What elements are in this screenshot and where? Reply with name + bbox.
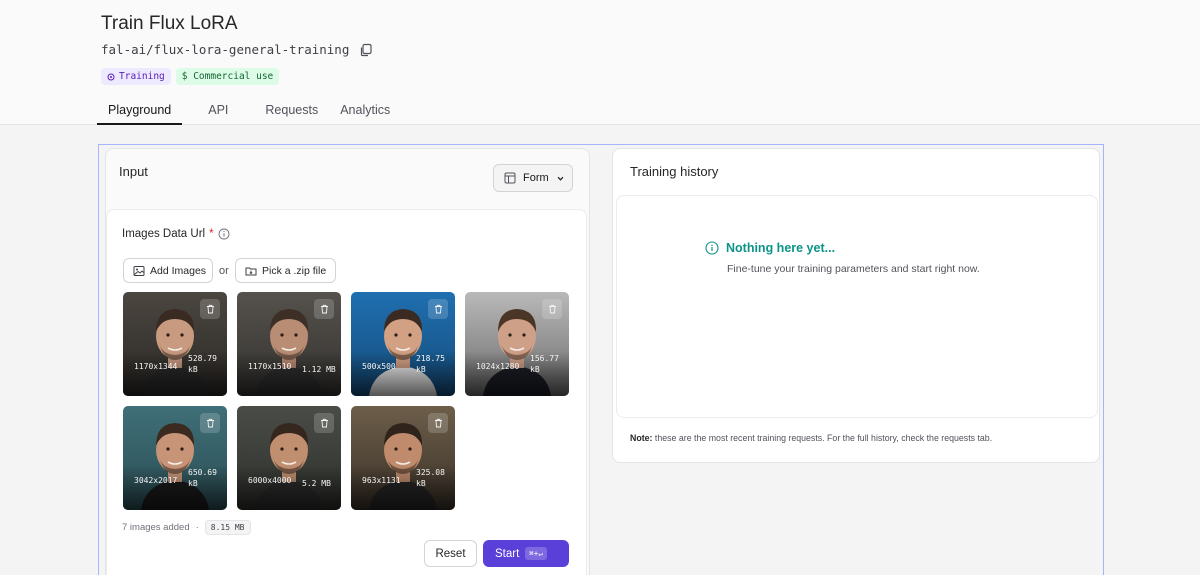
image-dimensions: 500x500 (362, 362, 396, 371)
total-size-badge: 8.15 MB (204, 520, 251, 535)
images-field-label-text: Images Data Url (122, 228, 206, 240)
image-dimensions: 963x1131 (362, 476, 401, 485)
image-thumbnail[interactable]: 6000x4000 5.2 MB (237, 406, 341, 510)
history-note: Note: these are the most recent training… (630, 433, 992, 443)
model-id: fal-ai/flux-lora-general-training (101, 42, 350, 57)
start-shortcut: ⌘+↵ (525, 547, 547, 560)
or-separator: or (219, 265, 229, 277)
info-icon (705, 241, 719, 255)
image-file-size: 650.69 kB (188, 468, 217, 488)
model-id-row: fal-ai/flux-lora-general-training (101, 42, 373, 57)
empty-state-title-text: Nothing here yet... (726, 241, 836, 255)
chevron-down-icon (557, 176, 564, 181)
page-header: Train Flux LoRA fal-ai/flux-lora-general… (0, 0, 1200, 125)
reset-button[interactable]: Reset (424, 540, 477, 567)
training-badge: Training (101, 68, 171, 85)
trash-icon[interactable] (428, 413, 448, 433)
tab-playground[interactable]: Playground (97, 95, 183, 125)
images-count: 7 images added (122, 522, 190, 533)
badges: Training $ Commercial use (101, 68, 280, 85)
image-dimensions: 1170x1510 (248, 362, 292, 371)
image-thumbnail[interactable]: 1170x1344 528.79 kB (123, 292, 227, 396)
tab-requests[interactable]: Requests (254, 95, 329, 125)
images-field-label: Images Data Url * (122, 228, 230, 240)
trash-icon[interactable] (428, 299, 448, 319)
page-title: Train Flux LoRA (101, 13, 238, 34)
note-label: Note: (630, 433, 653, 443)
image-dimensions: 6000x4000 (248, 476, 292, 485)
image-file-size: 325.08 kB (416, 468, 445, 488)
trash-icon[interactable] (200, 413, 220, 433)
training-icon (107, 73, 115, 80)
add-images-button[interactable]: Add Images (123, 258, 213, 283)
trash-icon[interactable] (542, 299, 562, 319)
trash-icon[interactable] (314, 413, 334, 433)
info-icon[interactable] (218, 228, 230, 240)
image-thumbnail[interactable]: 963x1131 325.08 kB (351, 406, 455, 510)
training-history-list (616, 195, 1098, 418)
images-summary: 7 images added · 8.15 MB (122, 520, 251, 535)
start-label: Start (495, 547, 520, 560)
folder-icon (245, 267, 257, 275)
pick-zip-button[interactable]: Pick a .zip file (235, 258, 336, 283)
training-history-title: Training history (630, 164, 719, 179)
form-mode-button[interactable]: Form (493, 164, 573, 192)
form-mode-label: Form (523, 172, 549, 184)
empty-state-subtitle: Fine-tune your training parameters and s… (727, 263, 980, 275)
image-dimensions: 1170x1344 (134, 362, 178, 371)
image-dimensions: 1024x1280 (476, 362, 520, 371)
image-file-size: 1.12 MB (302, 365, 336, 374)
image-file-size: 528.79 kB (188, 354, 217, 374)
copy-icon[interactable] (359, 43, 373, 57)
image-icon (133, 265, 145, 276)
add-images-label: Add Images (150, 264, 207, 277)
image-file-size: 5.2 MB (302, 479, 331, 488)
pick-zip-label: Pick a .zip file (262, 264, 327, 277)
image-file-size: 156.77 kB (530, 354, 559, 374)
image-thumbnail[interactable]: 1024x1280 156.77 kB (465, 292, 569, 396)
trash-icon[interactable] (200, 299, 220, 319)
image-file-size: 218.75 kB (416, 354, 445, 374)
training-badge-label: Training (119, 71, 165, 82)
start-button[interactable]: Start ⌘+↵ (483, 540, 569, 567)
empty-state-title: Nothing here yet... (705, 241, 835, 255)
tab-api[interactable]: API (197, 95, 239, 125)
tabs: Playground API Requests Analytics (97, 95, 401, 125)
tab-analytics[interactable]: Analytics (329, 95, 401, 125)
summary-separator: · (195, 522, 199, 533)
image-dimensions: 3042x2017 (134, 476, 178, 485)
note-text: these are the most recent training reque… (652, 433, 993, 443)
trash-icon[interactable] (314, 299, 334, 319)
image-thumbnail[interactable]: 500x500 218.75 kB (351, 292, 455, 396)
form-icon (504, 172, 516, 184)
input-panel-title: Input (119, 164, 148, 179)
commercial-use-badge: $ Commercial use (175, 68, 280, 85)
image-thumbnail[interactable]: 3042x2017 650.69 kB (123, 406, 227, 510)
image-thumbnail[interactable]: 1170x1510 1.12 MB (237, 292, 341, 396)
required-marker: * (209, 228, 214, 240)
